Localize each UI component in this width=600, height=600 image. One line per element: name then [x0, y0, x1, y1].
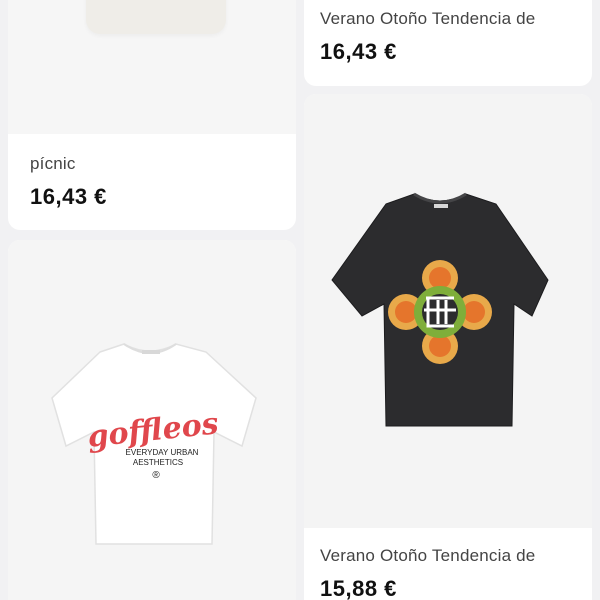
product-card-black-tshirt[interactable]: Verano Otoño Tendencia de 15,88 € [304, 94, 592, 600]
product-image-basket[interactable] [8, 0, 296, 134]
product-image-black-tshirt[interactable] [304, 94, 592, 528]
product-grid: pícnic 16,43 € Verano Otoño Tendencia de… [0, 0, 600, 600]
product-image-white-tshirt[interactable]: goffleos EVERYDAY URBAN AESTHETICS ® [8, 240, 296, 600]
product-card-verano-1[interactable]: Verano Otoño Tendencia de 16,43 € [304, 0, 592, 86]
white-tshirt-image: goffleos EVERYDAY URBAN AESTHETICS ® [51, 343, 257, 545]
product-title: Verano Otoño Tendencia de [320, 9, 536, 28]
product-title: pícnic [30, 154, 76, 173]
basket-image [86, 0, 226, 34]
print-line-2: AESTHETICS [133, 458, 183, 467]
product-price: 16,43 € [30, 184, 107, 209]
product-price: 16,43 € [320, 39, 397, 64]
black-tshirt-image [331, 192, 549, 427]
product-title: Verano Otoño Tendencia de [320, 546, 536, 565]
print-line-1: EVERYDAY URBAN [126, 448, 199, 457]
product-card-white-tshirt[interactable]: goffleos EVERYDAY URBAN AESTHETICS ® [8, 240, 296, 600]
print-mark: ® [152, 470, 160, 481]
product-card-picnic[interactable]: pícnic 16,43 € [8, 0, 296, 230]
product-price: 15,88 € [320, 576, 397, 600]
